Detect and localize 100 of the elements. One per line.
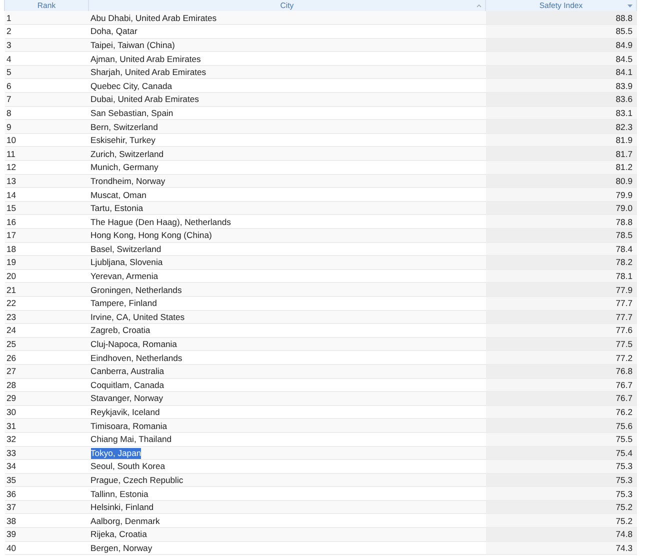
table-cell: 31 xyxy=(4,418,88,432)
table-cell: 79.0 xyxy=(486,201,636,215)
table-cell: 83.9 xyxy=(486,78,636,93)
table-cell: 77.7 xyxy=(486,296,636,310)
table-cell: 3 xyxy=(4,38,88,52)
table-cell: 77.6 xyxy=(486,324,636,338)
table-cell: 26 xyxy=(4,350,88,364)
table-cell: Trondheim, Norway xyxy=(90,176,166,186)
table-cell: 81.7 xyxy=(486,146,636,161)
table-cell: 39 xyxy=(4,528,88,542)
table-cell: Seoul, South Korea xyxy=(90,461,166,472)
table-cell: Helsinki, Finland xyxy=(90,502,154,512)
table-cell: 77.7 xyxy=(486,310,636,324)
table-cell: 13 xyxy=(4,174,88,188)
table-cell: 83.1 xyxy=(486,106,636,120)
table-cell: 17 xyxy=(4,228,88,242)
table-cell: 80.9 xyxy=(486,174,636,188)
table-cell: Aalborg, Denmark xyxy=(90,516,160,526)
table-cell: 75.2 xyxy=(486,500,636,514)
table-cell: Quebec City, Canada xyxy=(90,80,172,91)
table-cell: Yerevan, Armenia xyxy=(90,271,158,282)
table-cell: 84.9 xyxy=(486,38,636,52)
table-cell: 30 xyxy=(4,405,88,419)
table-cell: Taipei, Taiwan (China) xyxy=(90,40,175,50)
table-cell: 22 xyxy=(4,296,88,310)
table-cell: Groningen, Netherlands xyxy=(90,284,182,295)
table-cell: 85.5 xyxy=(486,24,636,38)
table-cell: 19 xyxy=(4,256,88,270)
table-cell: 84.5 xyxy=(486,52,636,66)
table-cell: 7 xyxy=(4,92,88,106)
table-cell: 29 xyxy=(4,392,88,406)
table-cell: Cluj-Napoca, Romania xyxy=(90,339,177,350)
table-cell: 36 xyxy=(4,486,88,500)
table-cell: 6 xyxy=(4,78,88,93)
table-cell: 21 xyxy=(4,282,88,296)
table-cell: Rijeka, Croatia xyxy=(90,529,147,540)
table-cell: Sharjah, United Arab Emirates xyxy=(90,67,206,78)
table-cell: San Sebastian, Spain xyxy=(90,108,174,118)
table-cell: Irvine, CA, United States xyxy=(90,312,185,322)
table-cell: Munich, Germany xyxy=(90,162,158,172)
table-cell: 81.2 xyxy=(486,160,636,174)
table-cell: 34 xyxy=(4,460,88,474)
table-cell: The Hague (Den Haag), Netherlands xyxy=(90,216,231,227)
table-cell: 23 xyxy=(4,310,88,324)
table-cell: 74.3 xyxy=(486,541,636,555)
table-cell: 76.7 xyxy=(486,392,636,406)
table-cell: Bern, Switzerland xyxy=(90,122,158,132)
table-cell: 76.7 xyxy=(486,378,636,392)
table-cell: Abu Dhabi, United Arab Emirates xyxy=(90,12,217,23)
table-cell: Prague, Czech Republic xyxy=(90,474,184,485)
table-cell: 83.6 xyxy=(486,92,636,106)
table-cell: Dubai, United Arab Emirates xyxy=(90,94,199,104)
table-cell: 38 xyxy=(4,514,88,528)
table-cell: 84.1 xyxy=(486,65,636,79)
table-cell: 79.9 xyxy=(486,188,636,202)
table-cell: 9 xyxy=(4,120,88,134)
table-cell: 81.9 xyxy=(486,133,636,147)
table-cell: 15 xyxy=(4,201,88,215)
table-cell: 28 xyxy=(4,378,88,392)
table-cell: 75.3 xyxy=(486,473,636,487)
table-cell: 2 xyxy=(4,24,88,38)
table-cell: 78.8 xyxy=(486,214,636,228)
table-cell: 35 xyxy=(4,473,88,487)
table-cell: 75.3 xyxy=(486,486,636,500)
table-cell: 77.2 xyxy=(486,350,636,364)
table-cell: Timisoara, Romania xyxy=(90,420,168,431)
table-cell: 77.9 xyxy=(486,282,636,296)
table-cell: Tallinn, Estonia xyxy=(90,488,148,499)
table-cell: 77.5 xyxy=(486,337,636,351)
table-cell: 16 xyxy=(4,214,88,228)
table-cell: 75.3 xyxy=(486,460,636,474)
table-cell: 5 xyxy=(4,65,88,79)
table-cell: Muscat, Oman xyxy=(90,190,146,200)
table-cell: 88.8 xyxy=(486,11,636,25)
table-cell: Hong Kong, Hong Kong (China) xyxy=(90,230,212,240)
table-cell: 78.5 xyxy=(486,228,636,242)
caret-up-icon xyxy=(476,3,482,9)
table-cell: 10 xyxy=(4,133,88,147)
table-cell: 37 xyxy=(4,500,88,514)
table-cell: 74.8 xyxy=(486,528,636,542)
table-cell: Bergen, Norway xyxy=(90,542,152,553)
table-cell: 14 xyxy=(4,188,88,202)
table-cell: 75.6 xyxy=(486,418,636,432)
table-cell: 40 xyxy=(4,541,88,555)
table-cell: 75.2 xyxy=(486,514,636,528)
table-cell: 76.2 xyxy=(486,405,636,419)
table-cell: Zurich, Switzerland xyxy=(90,148,164,159)
table-cell: Eindhoven, Netherlands xyxy=(90,352,182,363)
table-cell: Ljubljana, Slovenia xyxy=(90,257,163,268)
table-cell: Eskisehir, Turkey xyxy=(90,135,156,146)
table-cell: Ajman, United Arab Emirates xyxy=(90,54,201,64)
table-cell: 76.8 xyxy=(486,364,636,378)
table-cell: 24 xyxy=(4,324,88,338)
table-cell: 12 xyxy=(4,160,88,174)
sort-arrow-icon xyxy=(627,3,633,9)
table-cell: 1 xyxy=(4,11,88,25)
table-cell: 78.2 xyxy=(486,256,636,270)
table-cell: 8 xyxy=(4,106,88,120)
table-cell: Coquitlam, Canada xyxy=(90,380,164,390)
table-cell: Reykjavik, Iceland xyxy=(90,407,160,418)
